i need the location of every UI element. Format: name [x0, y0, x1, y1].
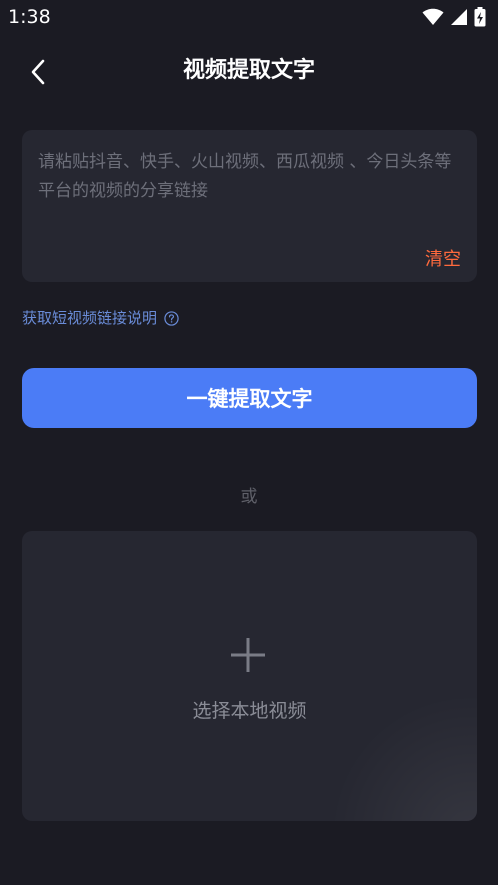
select-local-video-label: 选择本地视频	[192, 700, 307, 722]
wifi-icon	[422, 8, 444, 25]
status-time: 1:38	[8, 6, 51, 28]
help-circle-icon	[164, 310, 179, 326]
status-bar: 1:38	[0, 0, 498, 34]
header: 视频提取文字	[0, 40, 498, 102]
status-icons	[422, 6, 486, 28]
plus-icon	[231, 638, 265, 672]
link-help[interactable]: 获取短视频链接说明	[22, 306, 179, 330]
signal-icon	[451, 9, 467, 25]
link-input-card: 清空	[22, 130, 477, 282]
share-link-input[interactable]	[38, 148, 458, 238]
link-help-text: 获取短视频链接说明	[22, 309, 158, 327]
battery-charging-icon	[474, 7, 486, 27]
or-divider: 或	[240, 487, 258, 507]
extract-text-button[interactable]: 一键提取文字	[22, 368, 477, 428]
select-local-video-area[interactable]: 选择本地视频	[22, 531, 477, 821]
page-title: 视频提取文字	[182, 58, 315, 83]
clear-button[interactable]: 清空	[425, 248, 461, 272]
